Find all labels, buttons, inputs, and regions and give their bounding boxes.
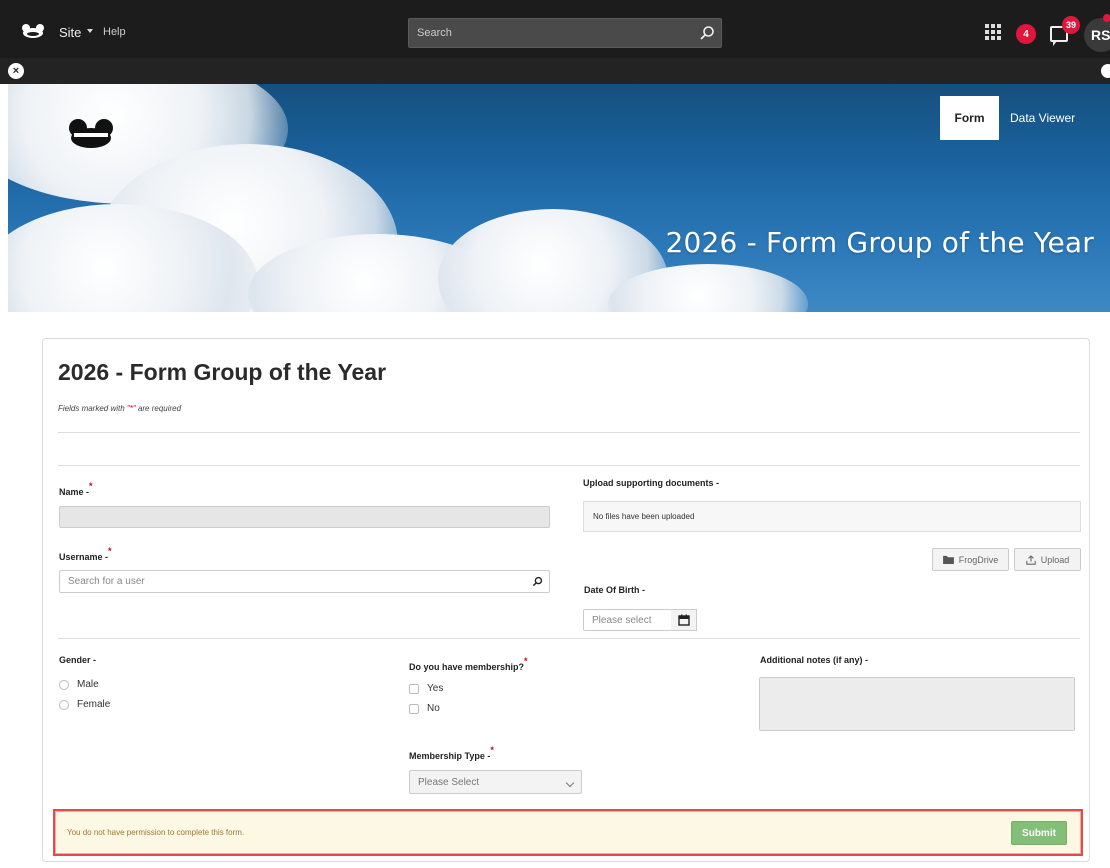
help-link[interactable]: Help [103, 26, 126, 38]
membership-type-selected: Please Select [418, 776, 480, 788]
required-note: Fields marked with "*" are required [58, 404, 181, 413]
pin-icon[interactable] [1101, 64, 1110, 78]
gender-option-male[interactable]: Male [59, 679, 99, 690]
search-input[interactable] [409, 19, 721, 47]
name-label: Name -* [59, 481, 93, 497]
username-label: Username -* [59, 546, 112, 562]
tab-data-viewer[interactable]: Data Viewer [1010, 111, 1075, 125]
dob-field[interactable] [583, 609, 672, 631]
calendar-icon [677, 614, 690, 626]
membership-option-yes[interactable]: Yes [409, 683, 443, 694]
alerts-badge[interactable]: 4 [1016, 24, 1036, 44]
membership-type-label-text: Membership Type - [409, 751, 491, 761]
name-field[interactable] [59, 506, 550, 528]
notes-label: Additional notes (if any) - [760, 655, 868, 665]
divider [58, 465, 1080, 466]
gender-option-label: Male [77, 679, 99, 690]
username-label-text: Username - [59, 552, 109, 562]
frog-logo-icon[interactable] [20, 23, 46, 39]
divider [58, 638, 1080, 639]
upload-status: No files have been uploaded [583, 501, 1081, 532]
chevron-down-icon[interactable] [565, 778, 575, 788]
name-input[interactable] [68, 511, 549, 523]
dob-label: Date Of Birth - [584, 585, 646, 595]
folder-icon [942, 555, 954, 564]
permission-warning: You do not have permission to complete t… [53, 809, 1083, 856]
hero-title: 2026 - Form Group of the Year [665, 226, 1094, 259]
page-title: 2026 - Form Group of the Year [58, 359, 387, 385]
radio-button[interactable] [59, 699, 69, 710]
membership-type-label: Membership Type -* [409, 745, 494, 761]
frogdrive-label: FrogDrive [958, 554, 999, 565]
required-star: * [490, 745, 494, 755]
required-note-suffix: are required [135, 404, 182, 413]
membership-option-label: No [427, 703, 440, 714]
username-field[interactable] [59, 570, 550, 593]
upload-icon [1026, 554, 1036, 565]
membership-label: Do you have membership?* [409, 656, 528, 672]
avatar-notification-dot [1103, 14, 1110, 22]
user-avatar[interactable]: RS [1084, 18, 1110, 52]
frog-logo-icon [69, 119, 113, 148]
form-card: 2026 - Form Group of the Year Fields mar… [42, 338, 1090, 862]
username-search-input[interactable] [68, 576, 549, 587]
dob-input[interactable] [592, 614, 671, 626]
checkbox[interactable] [409, 683, 419, 694]
apps-grid-icon[interactable] [985, 24, 1001, 40]
hero-banner: Form Data Viewer 2026 - Form Group of th… [8, 84, 1110, 312]
magnifier-icon[interactable] [532, 576, 543, 587]
radio-button[interactable] [59, 679, 69, 690]
messages-badge[interactable]: 39 [1062, 16, 1080, 34]
upload-button[interactable]: Upload [1014, 548, 1081, 571]
widget-toolbar: × [0, 58, 1110, 84]
site-menu-label[interactable]: Site [59, 25, 81, 40]
upload-label-text: Upload [1040, 554, 1070, 565]
checkbox[interactable] [409, 703, 419, 714]
required-star: * [524, 656, 528, 666]
top-navigation-bar: Site Help 4 39 RS [0, 0, 1110, 58]
upload-label: Upload supporting documents - [583, 478, 719, 488]
tab-form[interactable]: Form [940, 96, 999, 140]
gender-label: Gender - [59, 655, 97, 665]
divider [58, 432, 1080, 433]
membership-label-text: Do you have membership? [409, 662, 525, 672]
notes-textarea[interactable] [759, 677, 1075, 731]
submit-button[interactable]: Submit [1011, 821, 1067, 845]
calendar-button[interactable] [671, 609, 697, 631]
gender-option-female[interactable]: Female [59, 699, 110, 710]
required-note-prefix: Fields marked with [58, 404, 127, 413]
global-search[interactable] [408, 18, 722, 48]
required-note-mark: "*" [126, 404, 136, 413]
membership-type-select[interactable]: Please Select [409, 770, 582, 794]
required-star: * [89, 481, 93, 491]
gender-option-label: Female [77, 699, 111, 710]
required-star: * [108, 546, 112, 556]
name-label-text: Name - [59, 487, 90, 497]
site-menu-caret-icon[interactable] [87, 29, 93, 33]
frogdrive-button[interactable]: FrogDrive [932, 548, 1009, 571]
membership-option-label: Yes [427, 683, 444, 694]
membership-option-no[interactable]: No [409, 703, 440, 714]
close-icon[interactable]: × [8, 63, 24, 79]
search-icon[interactable] [699, 25, 715, 41]
warning-text: You do not have permission to complete t… [67, 828, 245, 837]
